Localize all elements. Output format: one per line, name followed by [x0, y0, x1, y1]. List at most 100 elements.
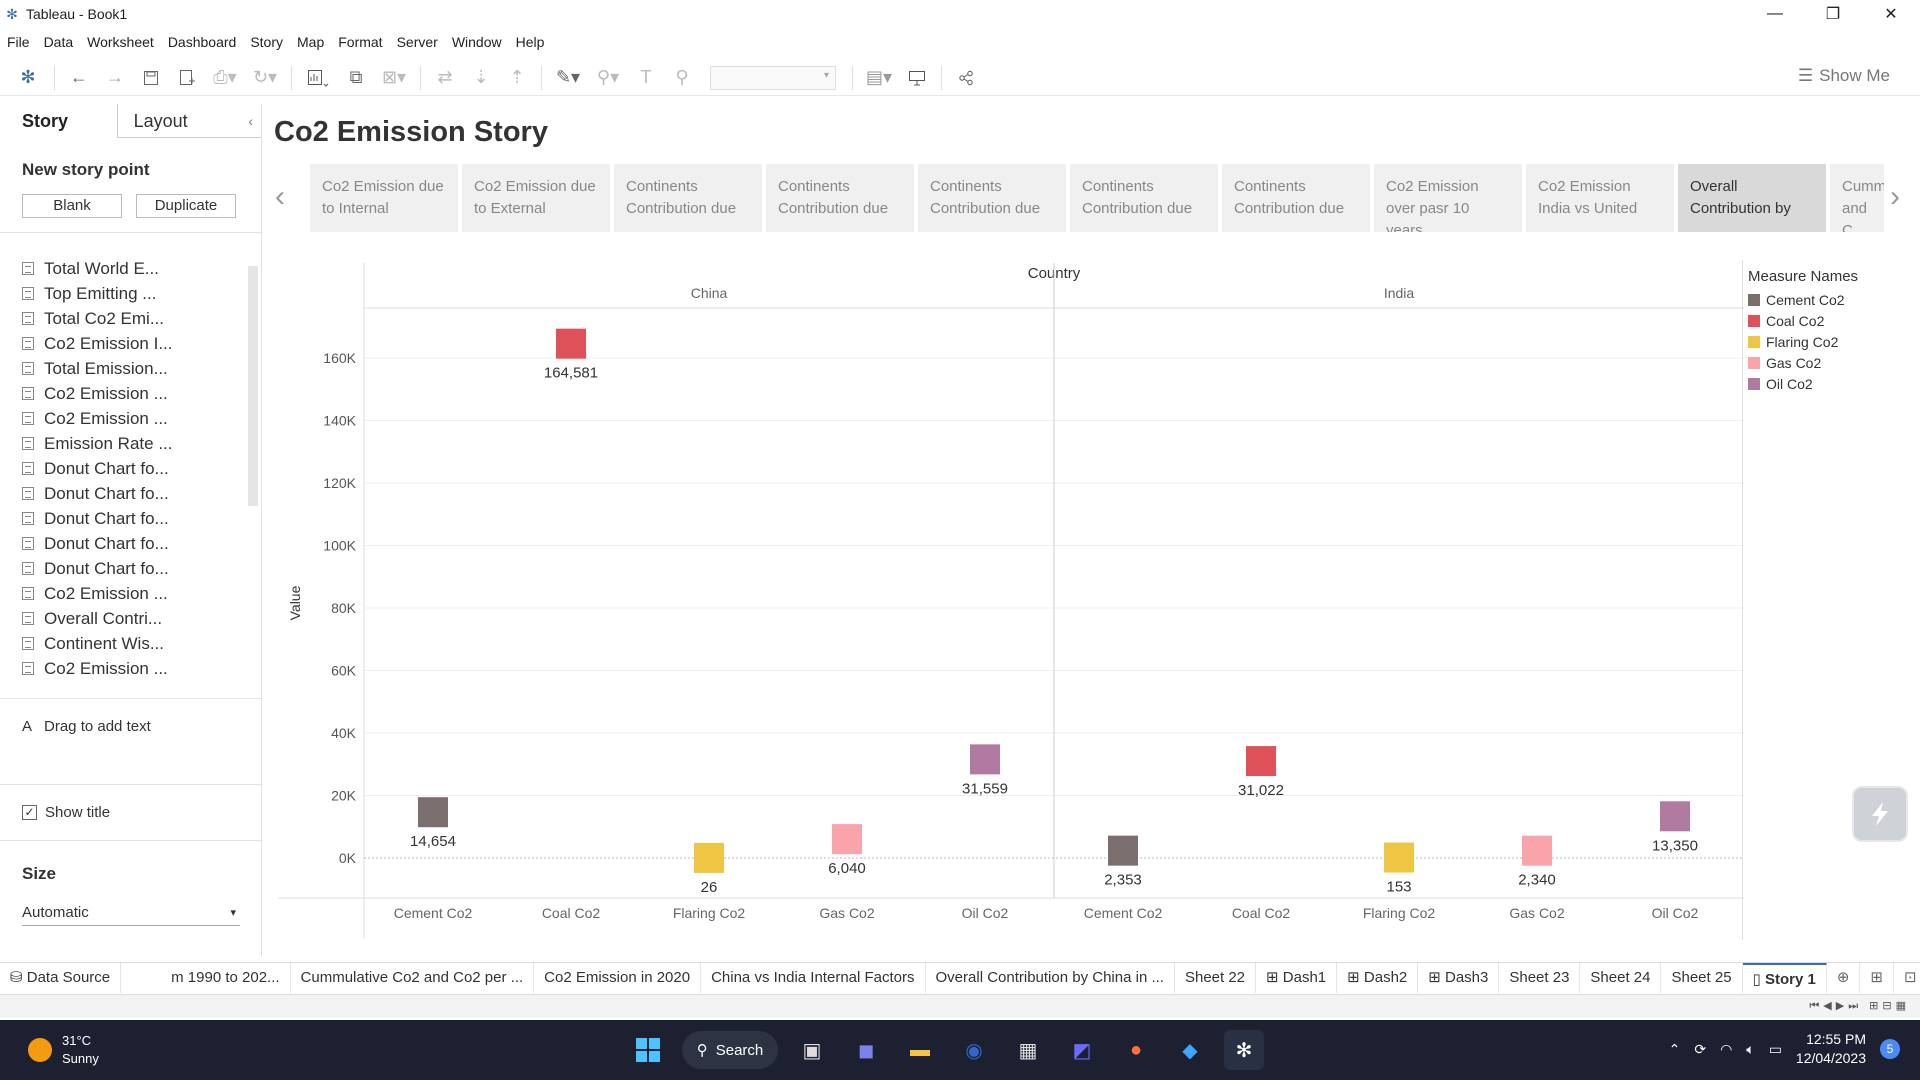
show-cards-icon[interactable]: ▤▾	[859, 64, 899, 92]
group-members-icon[interactable]: ⚲▾	[588, 64, 628, 92]
notification-badge[interactable]: 5	[1880, 1039, 1900, 1059]
menu-help[interactable]: Help	[509, 30, 552, 54]
share-icon[interactable]	[948, 64, 984, 92]
menu-format[interactable]: Format	[331, 30, 389, 54]
vscode-icon[interactable]: ◆	[1170, 1030, 1210, 1070]
story-point[interactable]: Co2 Emission over pasr 10 years	[1374, 164, 1522, 232]
story-point[interactable]: Cumm and C	[1830, 164, 1884, 232]
list-item[interactable]: Top Emitting ...	[0, 281, 262, 306]
clear-sheet-icon[interactable]: ⊠▾	[374, 64, 414, 92]
new-dashboard-tab-icon[interactable]: ⊞	[1860, 962, 1894, 993]
pause-updates-icon[interactable]: ⎙▾	[205, 64, 245, 92]
story-point[interactable]: Co2 Emission due to External	[462, 164, 610, 232]
story-point[interactable]: Continents Contribution due	[1070, 164, 1218, 232]
previous-story-point-icon[interactable]: ‹	[275, 180, 285, 214]
story-tab-active[interactable]: ▯ Story 1	[1742, 962, 1827, 993]
legend-item[interactable]: Flaring Co2	[1748, 331, 1898, 352]
dashboard-tab[interactable]: ⊞ Dash2	[1337, 962, 1419, 993]
duplicate-button[interactable]: Duplicate	[136, 194, 236, 218]
presentation-mode-icon[interactable]	[899, 64, 935, 92]
clock[interactable]: 12:55 PM 12/04/2023	[1796, 1030, 1866, 1068]
show-me-button[interactable]: ☰ Show Me	[1798, 66, 1890, 86]
undo-icon[interactable]: ←	[61, 64, 97, 92]
list-item[interactable]: Co2 Emission ...	[0, 581, 262, 606]
legend-item[interactable]: Gas Co2	[1748, 352, 1898, 373]
taskbar-search[interactable]: ⚲ Search	[682, 1031, 778, 1069]
tableau-home-icon[interactable]: ✻	[8, 64, 48, 92]
save-icon[interactable]	[133, 64, 169, 92]
size-select[interactable]: Automatic	[22, 902, 240, 926]
sheet-tab[interactable]: Sheet 24	[1580, 962, 1662, 993]
menu-server[interactable]: Server	[390, 30, 445, 54]
fit-select[interactable]	[710, 65, 836, 90]
new-data-source-icon[interactable]	[169, 64, 205, 92]
drag-to-add-text[interactable]: A Drag to add text	[22, 718, 151, 735]
list-item[interactable]: Emission Rate ...	[0, 431, 262, 456]
fix-axes-icon[interactable]: ⚲	[664, 64, 700, 92]
sheet-tab[interactable]: Cummulative Co2 and Co2 per ...	[291, 962, 535, 993]
collapse-pane-icon[interactable]: ‹	[248, 104, 253, 138]
list-item[interactable]: Co2 Emission I...	[0, 331, 262, 356]
story-point[interactable]: Co2 Emission India vs United	[1526, 164, 1674, 232]
sheet-tab[interactable]: Co2 Emission in 2020	[534, 962, 702, 993]
list-item[interactable]: Co2 Emission ...	[0, 406, 262, 431]
floating-assistant-button[interactable]	[1852, 786, 1908, 842]
menu-map[interactable]: Map	[290, 30, 331, 54]
sheet-navigation-icons[interactable]: ⏮◀▶⏭ ⊞⊟▦	[1809, 999, 1910, 1013]
list-item[interactable]: Donut Chart fo...	[0, 456, 262, 481]
dashboard-tab[interactable]: ⊞ Dash1	[1256, 962, 1338, 993]
tab-layout[interactable]: Layout ‹	[116, 104, 261, 138]
volume-icon[interactable]: 🔈︎	[1746, 1041, 1754, 1058]
list-item[interactable]: Donut Chart fo...	[0, 481, 262, 506]
sheet-tab[interactable]: Overall Contribution by China in ...	[926, 962, 1175, 993]
sort-ascending-icon[interactable]: ⇣	[463, 64, 499, 92]
app-m-icon[interactable]: ◩	[1062, 1030, 1102, 1070]
battery-icon[interactable]: ▭	[1769, 1041, 1782, 1058]
minimize-button[interactable]: —	[1746, 0, 1804, 28]
new-story-tab-icon[interactable]: ⊡	[1894, 963, 1920, 993]
sort-descending-icon[interactable]: ⇡	[499, 64, 535, 92]
show-mark-labels-icon[interactable]: T	[628, 64, 664, 92]
list-item[interactable]: Donut Chart fo...	[0, 556, 262, 581]
new-worksheet-icon[interactable]	[298, 64, 338, 92]
edge-browser-icon[interactable]: ◉	[954, 1030, 994, 1070]
sheet-tab[interactable]: m 1990 to 202...	[161, 962, 291, 993]
dashboard-tab[interactable]: ⊞ Dash3	[1418, 962, 1500, 993]
list-item[interactable]: Total World E...	[0, 256, 262, 281]
microsoft-store-icon[interactable]: ▦	[1008, 1030, 1048, 1070]
legend-item[interactable]: Oil Co2	[1748, 373, 1898, 394]
list-item[interactable]: Total Emission...	[0, 356, 262, 381]
legend-item[interactable]: Coal Co2	[1748, 310, 1898, 331]
duplicate-sheet-icon[interactable]: ⧉	[338, 64, 374, 92]
swap-rows-columns-icon[interactable]: ⇄	[427, 64, 463, 92]
tableau-taskbar-icon[interactable]: ✻	[1224, 1030, 1264, 1070]
menu-story[interactable]: Story	[243, 30, 290, 54]
menu-window[interactable]: Window	[445, 30, 509, 54]
list-item[interactable]: Total Co2 Emi...	[0, 306, 262, 331]
close-button[interactable]: ✕	[1862, 0, 1920, 28]
sheet-tab[interactable]: China vs India Internal Factors	[701, 962, 926, 993]
refresh-icon[interactable]: ↻▾	[245, 64, 285, 92]
teams-chat-icon[interactable]: ◼	[846, 1030, 886, 1070]
list-item[interactable]: Donut Chart fo...	[0, 506, 262, 531]
legend-item[interactable]: Cement Co2	[1748, 289, 1898, 310]
file-explorer-icon[interactable]: ▬	[900, 1030, 940, 1070]
blank-button[interactable]: Blank	[22, 194, 122, 218]
task-view-icon[interactable]: ▣	[792, 1030, 832, 1070]
next-story-point-icon[interactable]: ›	[1890, 180, 1900, 214]
wifi-icon[interactable]: ◠	[1720, 1041, 1732, 1058]
story-point[interactable]: Continents Contribution due	[918, 164, 1066, 232]
menu-dashboard[interactable]: Dashboard	[161, 30, 244, 54]
tab-story[interactable]: Story	[0, 104, 117, 138]
tab-data-source[interactable]: ⛁ Data Source	[0, 962, 122, 993]
story-point[interactable]: Continents Contribution due	[766, 164, 914, 232]
redo-icon[interactable]: →	[97, 64, 133, 92]
story-point[interactable]: Continents Contribution due	[1222, 164, 1370, 232]
restore-button[interactable]: ❐	[1804, 0, 1862, 28]
sync-icon[interactable]: ⟳	[1694, 1041, 1706, 1058]
story-point[interactable]: Co2 Emission due to Internal	[310, 164, 458, 232]
menu-data[interactable]: Data	[37, 30, 81, 54]
story-point-active[interactable]: Overall Contribution by	[1678, 164, 1826, 232]
highlight-icon[interactable]: ✎▾	[548, 64, 588, 92]
firefox-icon[interactable]: ●	[1116, 1030, 1156, 1070]
